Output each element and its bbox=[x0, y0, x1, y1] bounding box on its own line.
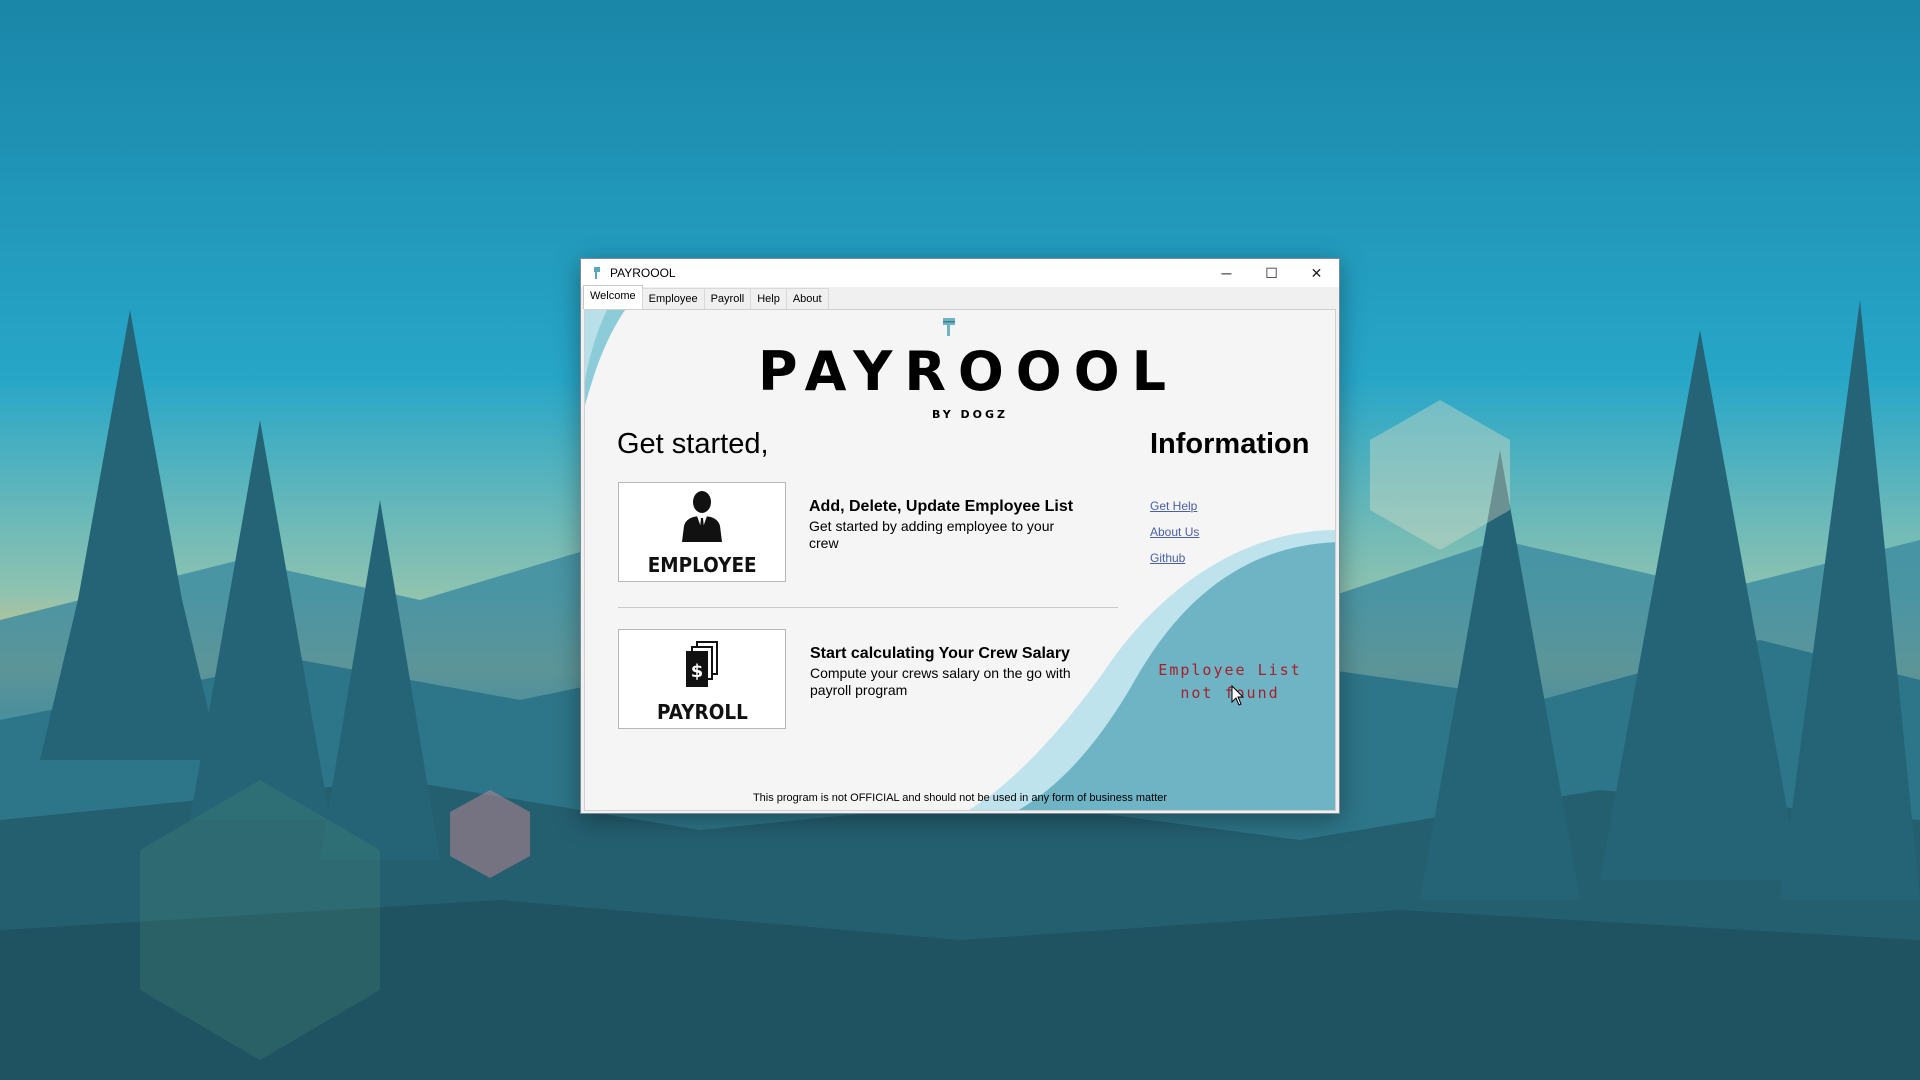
payroll-card-description: Compute your crews salary on the go with… bbox=[810, 665, 1071, 698]
svg-text:$: $ bbox=[691, 661, 704, 682]
tab-payroll[interactable]: Payroll bbox=[703, 288, 752, 309]
get-started-heading: Get started, bbox=[617, 428, 769, 460]
about-us-link[interactable]: About Us bbox=[1150, 525, 1199, 539]
app-logo-icon bbox=[590, 266, 604, 280]
title-bar[interactable]: PAYROOOL ─ ☐ ✕ bbox=[581, 259, 1339, 287]
mouse-cursor-icon bbox=[1231, 684, 1245, 712]
payroll-card-title: Start calculating Your Crew Salary bbox=[810, 645, 1070, 662]
minimize-button[interactable]: ─ bbox=[1204, 259, 1249, 287]
app-window: PAYROOOL ─ ☐ ✕ Welcome Employee Payroll … bbox=[580, 258, 1340, 814]
tab-welcome[interactable]: Welcome bbox=[583, 285, 643, 309]
payroll-document-icon: $ bbox=[682, 641, 722, 694]
window-title: PAYROOOL bbox=[610, 266, 676, 280]
tab-about[interactable]: About bbox=[785, 288, 829, 309]
tab-strip: Welcome Employee Payroll Help About bbox=[583, 285, 829, 309]
disclaimer-text: This program is not OFFICIAL and should … bbox=[752, 792, 1168, 804]
payroll-button[interactable]: $ PAYROLL bbox=[618, 629, 786, 729]
logo-title: PAYROOOL bbox=[757, 340, 1179, 403]
get-help-link[interactable]: Get Help bbox=[1150, 499, 1197, 513]
employee-list-status: Employee List not found bbox=[1158, 661, 1302, 702]
employee-card-description: Get started by adding employee to your c… bbox=[809, 518, 1055, 551]
maximize-button[interactable]: ☐ bbox=[1249, 259, 1294, 287]
employee-card-title: Add, Delete, Update Employee List bbox=[809, 498, 1074, 515]
github-link[interactable]: Github bbox=[1150, 551, 1185, 565]
employee-button[interactable]: EMPLOYEE bbox=[618, 482, 786, 582]
logo-icon bbox=[941, 316, 957, 343]
welcome-panel: PAYROOOL BY DOGZ Get started, Informatio… bbox=[584, 309, 1336, 811]
logo-subtitle: BY DOGZ bbox=[931, 408, 1009, 421]
section-divider bbox=[618, 607, 1118, 608]
employee-button-label: EMPLOYEE bbox=[647, 553, 757, 577]
close-button[interactable]: ✕ bbox=[1294, 259, 1339, 287]
tab-employee[interactable]: Employee bbox=[641, 288, 705, 309]
information-heading: Information bbox=[1150, 428, 1310, 460]
payroll-button-label: PAYROLL bbox=[656, 700, 748, 724]
tab-help[interactable]: Help bbox=[750, 288, 787, 309]
employee-icon bbox=[680, 490, 724, 547]
